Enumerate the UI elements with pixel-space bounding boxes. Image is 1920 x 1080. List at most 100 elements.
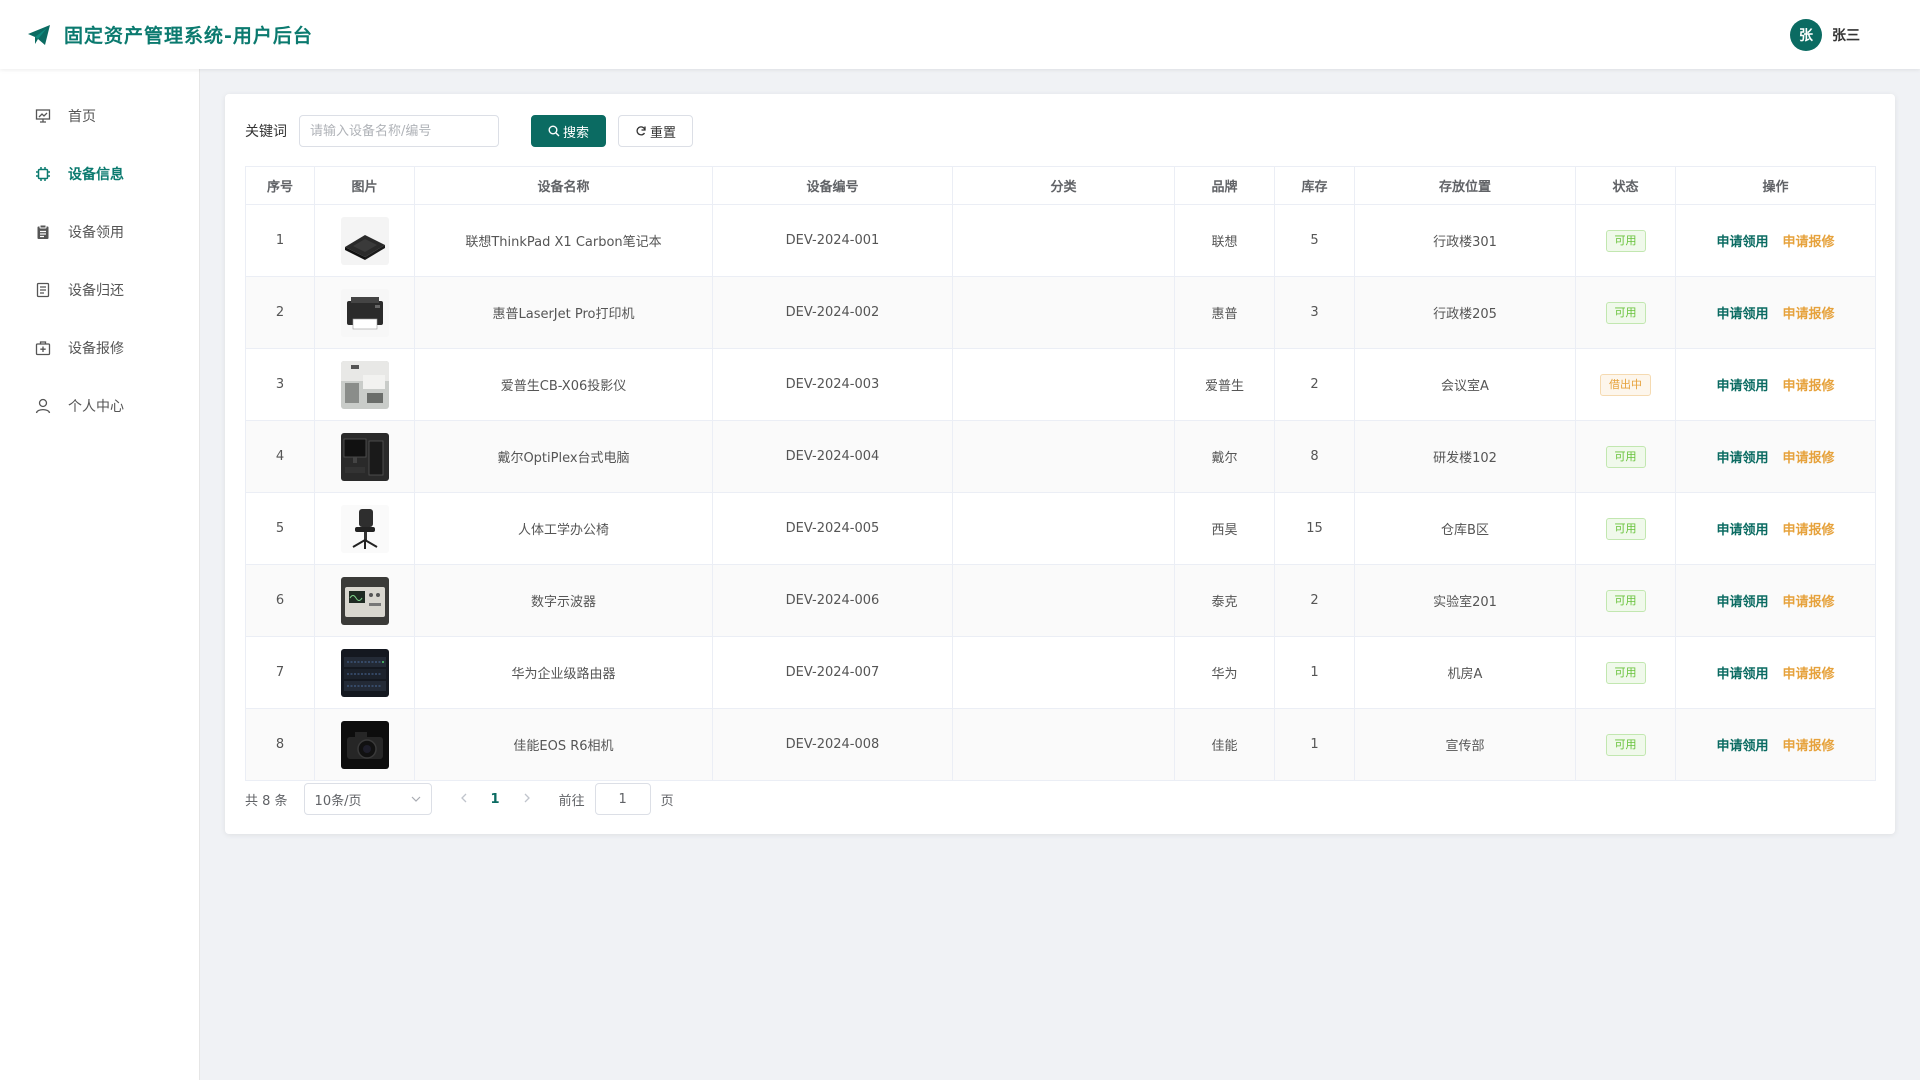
apply-repair-link[interactable]: 申请报修	[1783, 307, 1835, 322]
keyword-input[interactable]	[299, 115, 499, 147]
table-row: 6 数字示波器 DEV-2024-006 泰克 2 实验室201 可用 申请领用…	[245, 564, 1876, 637]
laptop-thumbnail[interactable]	[340, 216, 389, 265]
status-badge: 可用	[1605, 733, 1646, 756]
cell-category	[952, 564, 1175, 637]
search-button[interactable]: 搜索	[531, 115, 607, 147]
table-row: 2 惠普LaserJet Pro打印机 DEV-2024-002 惠普 3 行政…	[245, 276, 1876, 349]
sidebar-item-profile[interactable]: 个人中心	[0, 377, 199, 435]
projector-room-thumbnail[interactable]	[340, 360, 389, 409]
cell-stock: 15	[1274, 492, 1355, 565]
office-chair-thumbnail[interactable]	[340, 504, 389, 553]
sidebar-item-device-repair[interactable]: 设备报修	[0, 319, 199, 377]
status-badge: 可用	[1605, 445, 1646, 468]
apply-borrow-link[interactable]: 申请领用	[1716, 739, 1768, 754]
desktop-pc-thumbnail[interactable]	[340, 432, 389, 481]
table-row: 5 人体工学办公椅 DEV-2024-005 西昊 15 仓库B区 可用 申请领…	[245, 492, 1876, 565]
cell-actions: 申请领用 申请报修	[1675, 348, 1876, 421]
oscilloscope-thumbnail[interactable]	[340, 576, 389, 625]
apply-borrow-link[interactable]: 申请领用	[1716, 235, 1768, 250]
sidebar-item-home[interactable]: 首页	[0, 87, 199, 145]
avatar[interactable]: 张	[1790, 18, 1822, 51]
cell-image	[314, 204, 415, 277]
cell-brand: 佳能	[1174, 708, 1275, 781]
cell-location: 实验室201	[1354, 564, 1576, 637]
apply-repair-link[interactable]: 申请报修	[1783, 523, 1835, 538]
search-icon	[548, 125, 560, 137]
table-row: 3 爱普生CB-X06投影仪 DEV-2024-003 爱普生 2 会议室A 借…	[245, 348, 1876, 421]
cell-status: 可用	[1575, 636, 1676, 709]
apply-borrow-link[interactable]: 申请领用	[1716, 667, 1768, 682]
user-menu[interactable]: 张 张三	[1790, 18, 1860, 51]
cell-no: 8	[245, 708, 315, 781]
apply-repair-link[interactable]: 申请报修	[1783, 739, 1835, 754]
device-list-card: 关键词 搜索 重置 序号 图片 设备名称 设备编号 分类 品牌 库存 存放位置	[225, 94, 1895, 834]
table-header-row: 序号 图片 设备名称 设备编号 分类 品牌 库存 存放位置 状态 操作	[245, 166, 1876, 205]
status-badge: 可用	[1605, 301, 1646, 324]
cell-name: 华为企业级路由器	[414, 636, 713, 709]
col-header-code: 设备编号	[712, 166, 953, 205]
apply-repair-link[interactable]: 申请报修	[1783, 235, 1835, 250]
cell-brand: 西昊	[1174, 492, 1275, 565]
apply-repair-link[interactable]: 申请报修	[1783, 451, 1835, 466]
page-number-1[interactable]: 1	[491, 792, 500, 807]
cell-brand: 泰克	[1174, 564, 1275, 637]
apply-repair-link[interactable]: 申请报修	[1783, 379, 1835, 394]
cell-status: 可用	[1575, 564, 1676, 637]
cell-code: DEV-2024-003	[712, 348, 953, 421]
cell-name: 联想ThinkPad X1 Carbon笔记本	[414, 204, 713, 277]
cell-actions: 申请领用 申请报修	[1675, 564, 1876, 637]
chevron-down-icon	[411, 796, 420, 802]
cell-brand: 戴尔	[1174, 420, 1275, 493]
refresh-icon	[636, 126, 646, 136]
prev-page-button[interactable]	[460, 792, 467, 807]
apply-borrow-link[interactable]: 申请领用	[1716, 451, 1768, 466]
chevron-left-icon	[460, 793, 467, 802]
apply-borrow-link[interactable]: 申请领用	[1716, 523, 1768, 538]
cell-actions: 申请领用 申请报修	[1675, 708, 1876, 781]
cell-location: 行政楼301	[1354, 204, 1576, 277]
goto-label: 前往	[558, 793, 585, 809]
reset-button[interactable]: 重置	[618, 115, 694, 147]
chip-icon	[34, 165, 52, 183]
cell-stock: 8	[1274, 420, 1355, 493]
cell-status: 可用	[1575, 204, 1676, 277]
sidebar-item-device-return[interactable]: 设备归还	[0, 261, 199, 319]
apply-borrow-link[interactable]: 申请领用	[1716, 379, 1768, 394]
sidebar-item-device-borrow[interactable]: 设备领用	[0, 203, 199, 261]
cell-image	[314, 420, 415, 493]
goto-page-input[interactable]	[594, 783, 651, 815]
cell-stock: 2	[1274, 348, 1355, 421]
apply-repair-link[interactable]: 申请报修	[1783, 667, 1835, 682]
status-badge: 可用	[1605, 229, 1646, 252]
cell-status: 可用	[1575, 708, 1676, 781]
keyword-label: 关键词	[245, 124, 287, 140]
router-thumbnail[interactable]	[340, 648, 389, 697]
clipboard-icon	[34, 223, 52, 241]
apply-borrow-link[interactable]: 申请领用	[1716, 595, 1768, 610]
sidebar-item-device-info[interactable]: 设备信息	[0, 145, 199, 203]
col-header-location: 存放位置	[1354, 166, 1576, 205]
cell-no: 3	[245, 348, 315, 421]
user-name[interactable]: 张三	[1832, 25, 1860, 45]
sidebar-item-label: 首页	[68, 109, 96, 125]
cell-location: 宣传部	[1354, 708, 1576, 781]
cell-category	[952, 348, 1175, 421]
cell-no: 2	[245, 276, 315, 349]
cell-location: 行政楼205	[1354, 276, 1576, 349]
cell-actions: 申请领用 申请报修	[1675, 492, 1876, 565]
presentation-icon	[34, 107, 52, 125]
status-badge: 可用	[1605, 661, 1646, 684]
cell-status: 借出中	[1575, 348, 1676, 421]
camera-thumbnail[interactable]	[340, 720, 389, 769]
page-size-select[interactable]: 10条/页	[303, 783, 432, 815]
cell-image	[314, 564, 415, 637]
next-page-button[interactable]	[524, 792, 531, 807]
printer-thumbnail[interactable]	[340, 288, 389, 337]
apply-borrow-link[interactable]: 申请领用	[1716, 307, 1768, 322]
apply-repair-link[interactable]: 申请报修	[1783, 595, 1835, 610]
cell-brand: 爱普生	[1174, 348, 1275, 421]
cell-actions: 申请领用 申请报修	[1675, 420, 1876, 493]
cell-code: DEV-2024-002	[712, 276, 953, 349]
cell-code: DEV-2024-004	[712, 420, 953, 493]
sidebar: 首页 设备信息 设备领用 设备归还 设备报修 个人中心	[0, 69, 200, 1080]
